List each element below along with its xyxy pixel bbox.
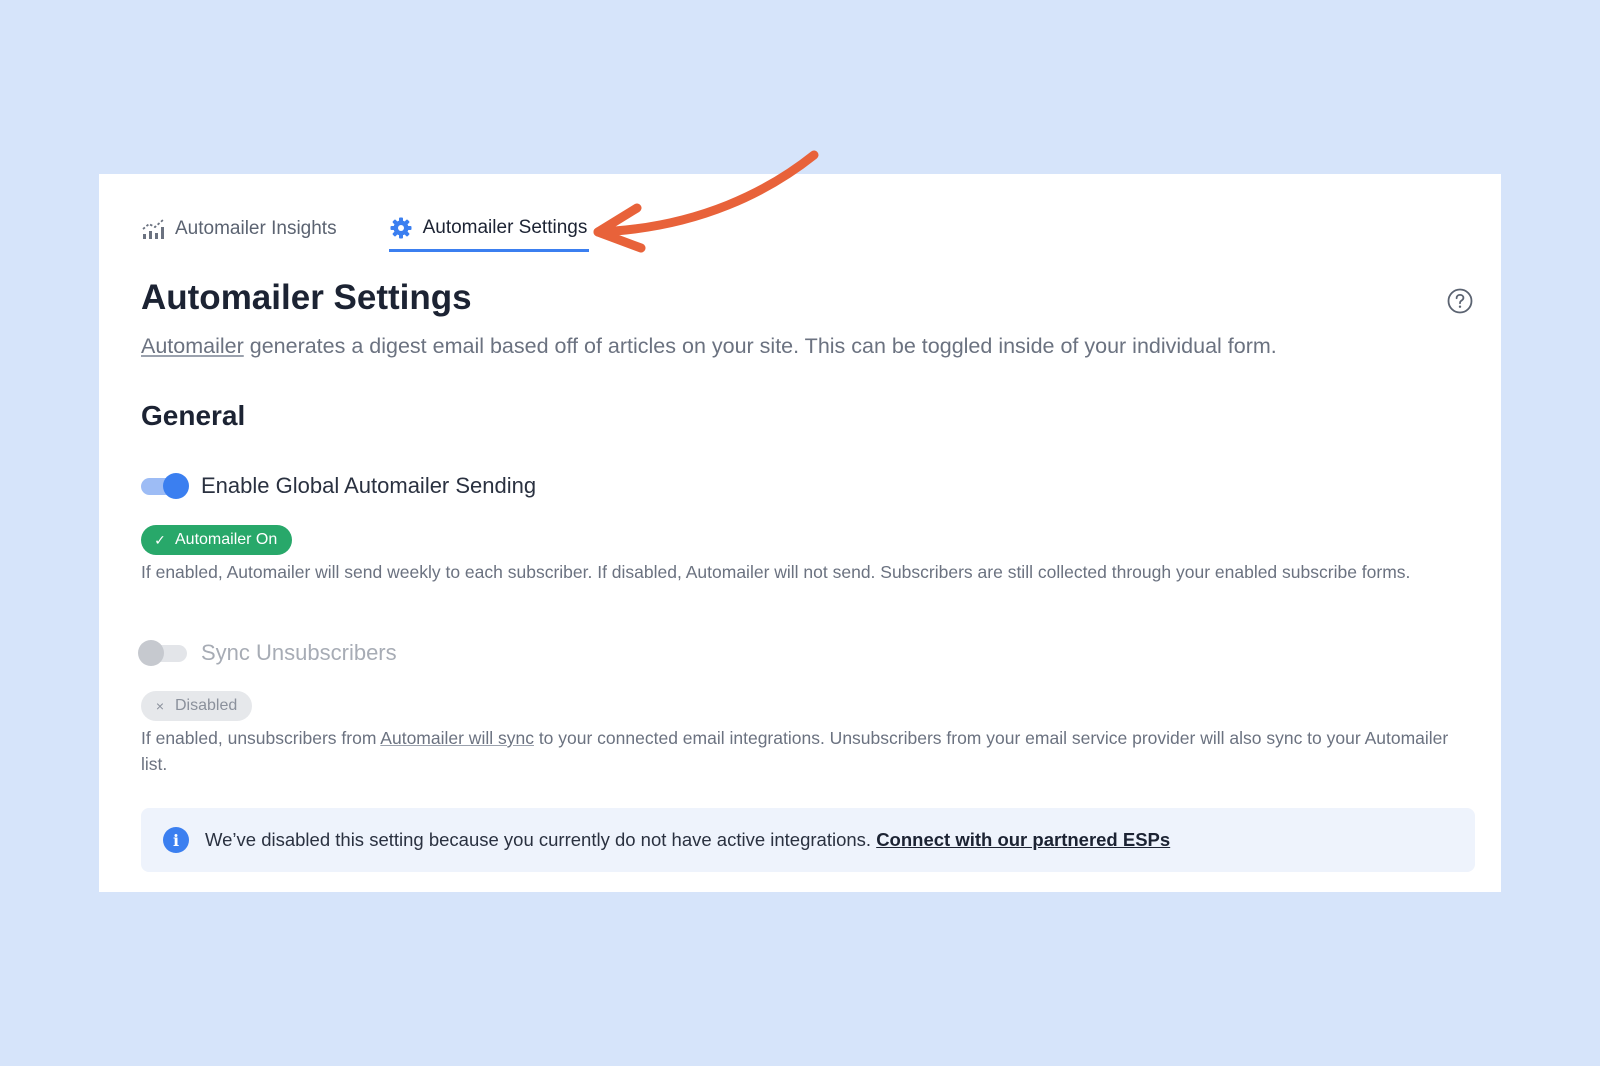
hint-text: If enabled, unsubscribers from [141,728,381,748]
info-message: We’ve disabled this setting because you … [205,829,877,850]
sync-unsubscribers-label: Sync Unsubscribers [201,640,397,665]
info-banner-text: We’ve disabled this setting because you … [205,829,1170,851]
badge-label: Automailer On [175,531,278,548]
sync-unsubscribers-hint: If enabled, unsubscribers from Automaile… [141,725,1451,777]
sync-unsubscribers-row: Sync Unsubscribers [138,640,397,666]
bar-chart-icon [141,217,165,241]
gear-icon [389,216,413,240]
page-title: Automailer Settings [141,278,472,317]
global-sending-row: Enable Global Automailer Sending [141,473,536,499]
toggle-knob [163,473,189,499]
status-badge: × Disabled [141,691,253,721]
settings-card: Automailer Insights Automailer Settings … [99,174,1501,892]
badge-label: Disabled [175,697,238,714]
tab-bar: Automailer Insights Automailer Settings [141,206,590,256]
info-icon: i [163,827,189,853]
tab-automailer-insights[interactable]: Automailer Insights [141,206,337,252]
info-banner: i We’ve disabled this setting because yo… [141,808,1475,872]
automailer-link[interactable]: Automailer [141,334,244,358]
x-icon: × [155,698,165,714]
question-circle-icon[interactable] [1447,288,1473,314]
toggle-knob [138,640,164,666]
page-description: Automailer generates a digest email base… [141,334,1277,359]
tab-label: Automailer Settings [422,216,588,238]
global-sending-label: Enable Global Automailer Sending [201,473,537,498]
tab-label: Automailer Insights [175,218,337,239]
description-text: generates a digest email based off of ar… [243,334,1277,358]
global-sending-toggle[interactable] [141,473,189,499]
sync-unsubscribers-toggle[interactable] [138,640,189,666]
global-sending-hint: If enabled, Automailer will send weekly … [141,562,1411,582]
check-icon: ✓ [154,531,166,548]
automailer-will-sync-link[interactable]: Automailer will sync [380,728,534,748]
status-badge: ✓ Automailer On [141,525,293,555]
section-title-general: General [141,400,246,431]
tab-automailer-settings[interactable]: Automailer Settings [388,206,590,252]
connect-esps-link[interactable]: Connect with our partnered ESPs [876,829,1170,850]
